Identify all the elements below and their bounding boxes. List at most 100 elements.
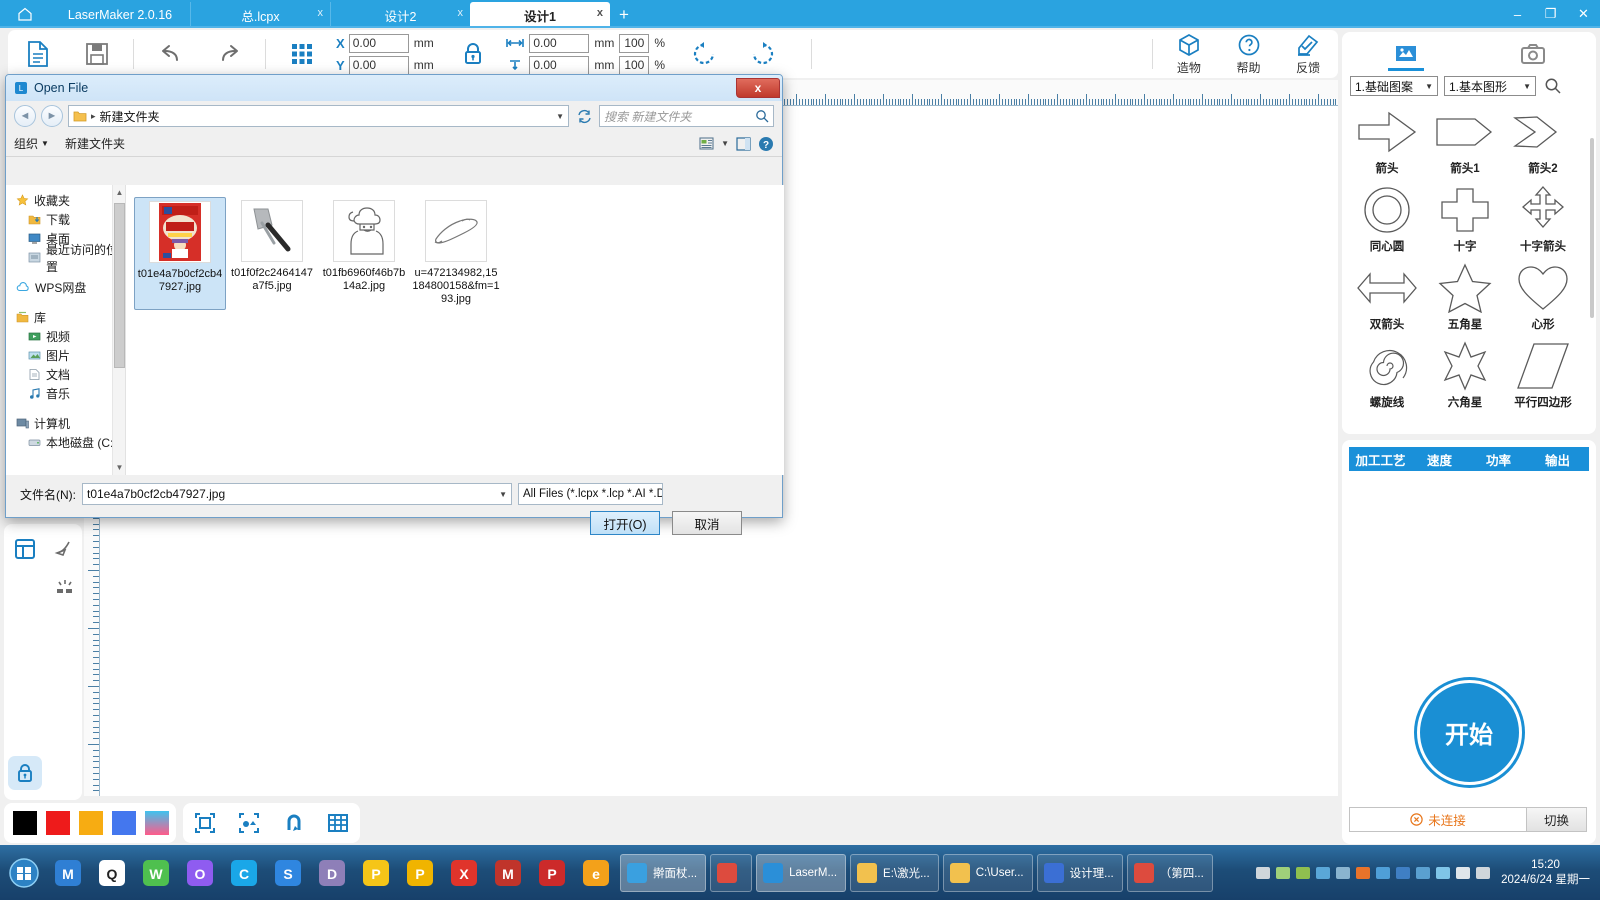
width-input[interactable]: 0.00 bbox=[529, 34, 589, 53]
taskbar-clock[interactable]: 15:20 2024/6/24 星期一 bbox=[1497, 858, 1600, 888]
forward-button[interactable]: ► bbox=[41, 105, 63, 127]
tab-design-1[interactable]: 设计1 x bbox=[470, 2, 610, 28]
windows-start-icon[interactable] bbox=[2, 853, 46, 893]
grid-icon[interactable] bbox=[323, 808, 353, 838]
magnet-icon[interactable] bbox=[279, 808, 309, 838]
width-scale-input[interactable]: 100 bbox=[619, 34, 649, 53]
feedback-button[interactable]: 反馈 bbox=[1278, 31, 1338, 77]
shape-cross[interactable]: 十字 bbox=[1426, 182, 1504, 260]
sidebar-item-computer[interactable]: 计算机 bbox=[6, 414, 125, 433]
taskbar-window[interactable]: C:\User... bbox=[943, 854, 1033, 892]
shape-arrow[interactable]: 箭头 bbox=[1348, 104, 1426, 182]
chevron-down-icon[interactable]: ▼ bbox=[556, 112, 564, 121]
file-item[interactable]: t01fb6960f46b7b14a2.jpg bbox=[318, 197, 410, 310]
sidebar-item-pictures[interactable]: 图片 bbox=[6, 346, 125, 365]
filetype-combo[interactable]: All Files (*.lcpx *.lcp *.AI *.DX ▼ bbox=[518, 483, 663, 505]
library-tab[interactable] bbox=[1376, 36, 1436, 72]
app-mi[interactable]: M bbox=[49, 854, 87, 892]
input-method-icon[interactable] bbox=[1275, 865, 1291, 881]
alarm-icon[interactable] bbox=[1355, 865, 1371, 881]
shape-six-point-star[interactable]: 六角星 bbox=[1426, 338, 1504, 416]
doc-icon[interactable] bbox=[1415, 865, 1431, 881]
home-icon[interactable] bbox=[0, 0, 50, 28]
organize-menu[interactable]: 组织 ▼ bbox=[14, 135, 49, 152]
taskbar-window[interactable] bbox=[710, 854, 752, 892]
category-combo[interactable]: 1.基础图案 ▼ bbox=[1350, 76, 1438, 96]
height-scale-input[interactable]: 100 bbox=[619, 56, 649, 75]
search-icon[interactable] bbox=[755, 109, 769, 123]
frame-icon[interactable] bbox=[190, 808, 220, 838]
shape-arrow-2[interactable]: 箭头2 bbox=[1504, 104, 1582, 182]
keyboard-icon[interactable] bbox=[1255, 865, 1271, 881]
sidebar-item-music[interactable]: 音乐 bbox=[6, 384, 125, 403]
swatch-gradient[interactable] bbox=[145, 811, 169, 835]
zaowu-button[interactable]: 造物 bbox=[1159, 31, 1219, 77]
sidebar-item-wps-cloud[interactable]: WPS网盘 bbox=[6, 278, 125, 297]
preview-pane-icon[interactable] bbox=[736, 137, 751, 151]
engrave-icon[interactable] bbox=[48, 572, 82, 606]
shape-spiral[interactable]: 螺旋线 bbox=[1348, 338, 1426, 416]
swatch-black[interactable] bbox=[13, 811, 37, 835]
shape-heart[interactable]: 心形 bbox=[1504, 260, 1582, 338]
minimize-button[interactable]: – bbox=[1501, 0, 1534, 28]
shape-five-point-star[interactable]: 五角星 bbox=[1426, 260, 1504, 338]
sidebar-item-recent[interactable]: 最近访问的位置 bbox=[6, 248, 125, 267]
sidebar-scroll-thumb[interactable] bbox=[114, 203, 125, 368]
tab-design-2[interactable]: 设计2 x bbox=[330, 2, 470, 28]
close-button[interactable]: ✕ bbox=[1567, 0, 1600, 28]
open-button[interactable]: 打开(O) bbox=[590, 511, 660, 535]
lock-ratio-icon[interactable] bbox=[443, 31, 503, 77]
tab-close-icon[interactable]: x bbox=[318, 7, 324, 19]
volume-icon[interactable] bbox=[1455, 865, 1471, 881]
search-icon[interactable] bbox=[1544, 77, 1562, 95]
layout-icon[interactable] bbox=[8, 532, 42, 566]
app-opera[interactable]: O bbox=[181, 854, 219, 892]
shape-concentric-circle[interactable]: 同心圆 bbox=[1348, 182, 1426, 260]
blue-app-icon[interactable] bbox=[1395, 865, 1411, 881]
measure-icon[interactable] bbox=[48, 532, 82, 566]
camera-tab[interactable] bbox=[1503, 36, 1563, 72]
height-input[interactable]: 0.00 bbox=[529, 56, 589, 75]
taskbar-window[interactable]: （第四... bbox=[1127, 854, 1213, 892]
app-p2[interactable]: P bbox=[401, 854, 439, 892]
globe-icon[interactable] bbox=[1315, 865, 1331, 881]
swatch-blue[interactable] bbox=[112, 811, 136, 835]
swatch-red[interactable] bbox=[46, 811, 70, 835]
filename-input[interactable]: t01e4a7b0cf2cb47927.jpg ▼ bbox=[82, 483, 512, 505]
search-input[interactable]: 搜索 新建文件夹 bbox=[599, 105, 774, 127]
switch-button[interactable]: 切换 bbox=[1527, 807, 1587, 832]
help-icon[interactable]: ? bbox=[758, 136, 774, 152]
swatch-orange[interactable] bbox=[79, 811, 103, 835]
start-button[interactable]: 开始 bbox=[1417, 680, 1522, 785]
save-file-button[interactable] bbox=[68, 31, 128, 77]
app-blue-arrow[interactable]: S bbox=[269, 854, 307, 892]
network-icon[interactable] bbox=[1475, 865, 1491, 881]
app-pdf-m[interactable]: M bbox=[489, 854, 527, 892]
new-file-button[interactable] bbox=[8, 31, 68, 77]
app-orange-ring[interactable]: e bbox=[577, 854, 615, 892]
taskbar-window[interactable]: E:\激光... bbox=[850, 854, 939, 892]
library-scrollbar[interactable] bbox=[1590, 138, 1594, 318]
chevron-down-icon[interactable]: ▼ bbox=[499, 490, 507, 499]
tab-close-icon[interactable]: x bbox=[597, 7, 603, 19]
tab-zong-lcpx[interactable]: 总.lcpx x bbox=[190, 2, 330, 28]
address-bar[interactable]: ▸ 新建文件夹 ▼ bbox=[68, 105, 569, 127]
chevron-down-icon[interactable]: ▼ bbox=[721, 139, 729, 148]
taskbar-window[interactable]: LaserM... bbox=[756, 854, 846, 892]
tab-close-icon[interactable]: x bbox=[458, 7, 464, 19]
app-x-red[interactable]: X bbox=[445, 854, 483, 892]
app-cloud[interactable]: C bbox=[225, 854, 263, 892]
sidebar-item-local-disk-c[interactable]: 本地磁盘 (C:) bbox=[6, 433, 125, 452]
view-icon[interactable] bbox=[699, 137, 714, 150]
new-tab-button[interactable]: + bbox=[610, 5, 638, 28]
refresh-icon[interactable] bbox=[574, 105, 594, 127]
shape-four-way-arrow[interactable]: 十字箭头 bbox=[1504, 182, 1582, 260]
shape-double-arrow[interactable]: 双箭头 bbox=[1348, 260, 1426, 338]
shape-parallelogram[interactable]: 平行四边形 bbox=[1504, 338, 1582, 416]
node-select-icon[interactable] bbox=[234, 808, 264, 838]
sidebar-item-videos[interactable]: 视频 bbox=[6, 327, 125, 346]
app-qq[interactable]: Q bbox=[93, 854, 131, 892]
file-item[interactable]: t01e4a7b0cf2cb47927.jpg bbox=[134, 197, 226, 310]
sidebar-item-documents[interactable]: 文档 bbox=[6, 365, 125, 384]
new-folder-button[interactable]: 新建文件夹 bbox=[65, 135, 125, 152]
